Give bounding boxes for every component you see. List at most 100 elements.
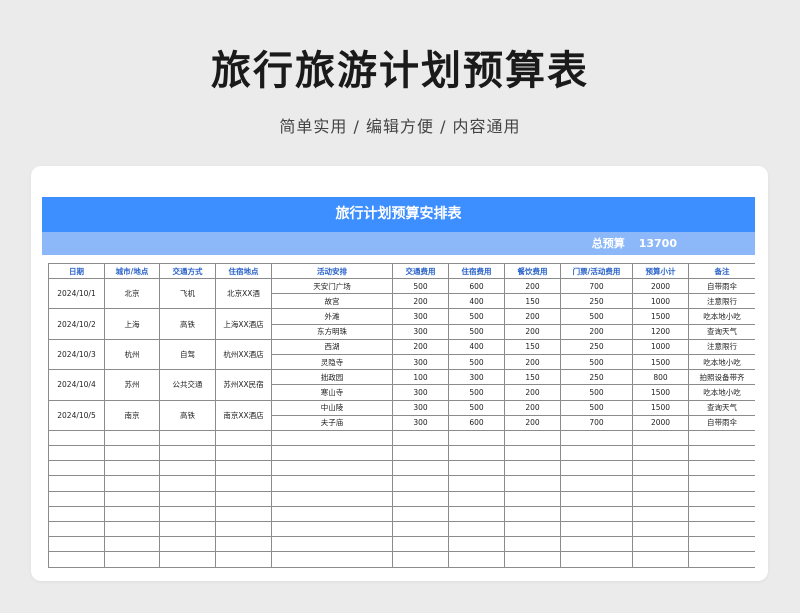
subtotal-cell[interactable]: 1000 [632, 338, 689, 355]
empty-cell[interactable] [159, 490, 216, 507]
empty-cell[interactable] [104, 505, 160, 523]
activity-cell[interactable]: 寒山寺 [271, 384, 393, 401]
lodging-cost-cell[interactable]: 400 [448, 293, 505, 310]
transport-mode-cell[interactable]: 飞机 [159, 277, 216, 310]
empty-cell[interactable] [392, 475, 449, 492]
empty-cell[interactable] [688, 551, 755, 568]
empty-cell[interactable] [448, 505, 505, 523]
empty-cell[interactable] [159, 505, 216, 523]
empty-cell[interactable] [448, 475, 505, 492]
food-cost-cell[interactable]: 200 [504, 399, 561, 416]
lodging-cell[interactable]: 北京XX酒 [215, 277, 272, 310]
transport-cost-cell[interactable]: 300 [392, 353, 449, 371]
empty-cell[interactable] [560, 505, 633, 523]
subtotal-cell[interactable]: 2000 [632, 277, 689, 295]
empty-cell[interactable] [504, 490, 561, 507]
empty-cell[interactable] [271, 505, 393, 523]
empty-cell[interactable] [104, 520, 160, 538]
column-header[interactable]: 住宿地点 [215, 263, 272, 279]
transport-mode-cell[interactable]: 高铁 [159, 308, 216, 340]
activity-cell[interactable]: 中山陵 [271, 399, 393, 416]
empty-cell[interactable] [48, 520, 105, 538]
date-cell[interactable]: 2024/10/4 [48, 369, 105, 401]
empty-cell[interactable] [215, 505, 272, 523]
note-cell[interactable]: 吃本地小吃 [688, 353, 755, 371]
column-header[interactable]: 备注 [688, 263, 755, 279]
ticket-cost-cell[interactable]: 700 [560, 414, 633, 431]
empty-cell[interactable] [48, 551, 105, 568]
empty-cell[interactable] [392, 505, 449, 523]
transport-cost-cell[interactable]: 300 [392, 384, 449, 401]
empty-cell[interactable] [215, 475, 272, 492]
empty-cell[interactable] [688, 490, 755, 507]
empty-cell[interactable] [159, 460, 216, 477]
empty-cell[interactable] [560, 475, 633, 492]
empty-cell[interactable] [632, 460, 689, 477]
empty-cell[interactable] [48, 445, 105, 462]
transport-cost-cell[interactable]: 300 [392, 414, 449, 431]
empty-cell[interactable] [48, 460, 105, 477]
note-cell[interactable]: 查询天气 [688, 323, 755, 340]
empty-cell[interactable] [504, 551, 561, 568]
empty-cell[interactable] [632, 536, 689, 553]
column-header[interactable]: 餐饮费用 [504, 263, 561, 279]
empty-cell[interactable] [104, 460, 160, 477]
empty-cell[interactable] [271, 445, 393, 462]
food-cost-cell[interactable]: 200 [504, 323, 561, 340]
empty-cell[interactable] [688, 475, 755, 492]
empty-cell[interactable] [448, 536, 505, 553]
empty-cell[interactable] [159, 475, 216, 492]
empty-cell[interactable] [504, 475, 561, 492]
empty-cell[interactable] [104, 536, 160, 553]
food-cost-cell[interactable]: 200 [504, 308, 561, 325]
empty-cell[interactable] [632, 551, 689, 568]
food-cost-cell[interactable]: 200 [504, 414, 561, 431]
empty-cell[interactable] [159, 429, 216, 447]
empty-cell[interactable] [104, 429, 160, 447]
empty-cell[interactable] [560, 536, 633, 553]
column-header[interactable]: 门票/活动费用 [560, 263, 633, 279]
ticket-cost-cell[interactable]: 200 [560, 323, 633, 340]
empty-cell[interactable] [504, 520, 561, 538]
empty-cell[interactable] [632, 490, 689, 507]
subtotal-cell[interactable]: 800 [632, 369, 689, 386]
transport-cost-cell[interactable]: 200 [392, 293, 449, 310]
subtotal-cell[interactable]: 1500 [632, 308, 689, 325]
lodging-cost-cell[interactable]: 600 [448, 277, 505, 295]
transport-mode-cell[interactable]: 高铁 [159, 399, 216, 431]
empty-cell[interactable] [392, 490, 449, 507]
empty-cell[interactable] [215, 520, 272, 538]
lodging-cost-cell[interactable]: 400 [448, 338, 505, 355]
empty-cell[interactable] [632, 520, 689, 538]
transport-cost-cell[interactable]: 300 [392, 308, 449, 325]
empty-cell[interactable] [632, 445, 689, 462]
ticket-cost-cell[interactable]: 250 [560, 293, 633, 310]
column-header[interactable]: 预算小计 [632, 263, 689, 279]
activity-cell[interactable]: 故宫 [271, 293, 393, 310]
empty-cell[interactable] [271, 490, 393, 507]
city-cell[interactable]: 苏州 [104, 369, 160, 401]
lodging-cell[interactable]: 杭州XX酒店 [215, 338, 272, 371]
transport-cost-cell[interactable]: 100 [392, 369, 449, 386]
empty-cell[interactable] [215, 551, 272, 568]
empty-cell[interactable] [271, 536, 393, 553]
note-cell[interactable]: 注意限行 [688, 338, 755, 355]
empty-cell[interactable] [159, 536, 216, 553]
lodging-cost-cell[interactable]: 500 [448, 384, 505, 401]
empty-cell[interactable] [104, 490, 160, 507]
activity-cell[interactable]: 东方明珠 [271, 323, 393, 340]
subtotal-cell[interactable]: 1000 [632, 293, 689, 310]
note-cell[interactable]: 拍照设备带齐 [688, 369, 755, 386]
empty-cell[interactable] [215, 460, 272, 477]
lodging-cost-cell[interactable]: 500 [448, 308, 505, 325]
column-header[interactable]: 住宿费用 [448, 263, 505, 279]
activity-cell[interactable]: 拙政园 [271, 369, 393, 386]
date-cell[interactable]: 2024/10/5 [48, 399, 105, 431]
ticket-cost-cell[interactable]: 500 [560, 384, 633, 401]
transport-cost-cell[interactable]: 200 [392, 338, 449, 355]
column-header[interactable]: 日期 [48, 263, 105, 279]
ticket-cost-cell[interactable]: 500 [560, 308, 633, 325]
empty-cell[interactable] [48, 429, 105, 447]
city-cell[interactable]: 杭州 [104, 338, 160, 371]
transport-cost-cell[interactable]: 300 [392, 323, 449, 340]
